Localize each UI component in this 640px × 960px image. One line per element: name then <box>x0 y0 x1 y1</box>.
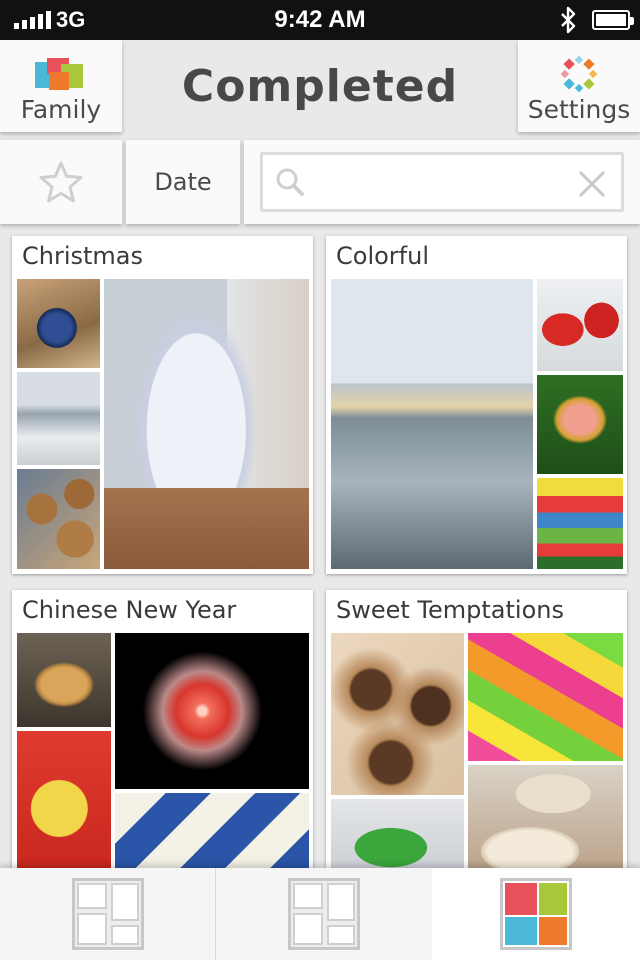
album-photo <box>17 731 111 880</box>
album-card-colorful[interactable]: Colorful <box>326 236 627 574</box>
album-card-christmas[interactable]: Christmas <box>12 236 313 574</box>
color-grid-icon <box>500 878 572 950</box>
favorites-button[interactable] <box>0 140 122 224</box>
album-photo <box>468 633 623 761</box>
album-photo <box>537 279 623 371</box>
clear-search-icon[interactable] <box>577 169 607 199</box>
search-input[interactable] <box>315 163 565 201</box>
settings-button-label: Settings <box>527 95 631 124</box>
clock: 9:42 AM <box>274 6 366 33</box>
album-photo <box>331 279 533 569</box>
tab-layout-1[interactable] <box>0 868 216 960</box>
album-title: Chinese New Year <box>22 596 237 624</box>
status-bar: 3G 9:42 AM <box>0 0 640 40</box>
family-button[interactable]: Family <box>0 40 122 132</box>
album-card-chinese-new-year[interactable]: Chinese New Year <box>12 590 313 880</box>
album-title: Sweet Temptations <box>336 596 564 624</box>
tab-layout-color[interactable] <box>432 868 640 960</box>
album-photo <box>17 633 111 727</box>
album-photo <box>17 279 100 368</box>
family-button-label: Family <box>20 95 102 124</box>
star-icon <box>39 161 83 203</box>
layout-grid-icon <box>72 878 144 950</box>
tab-layout-2[interactable] <box>216 868 432 960</box>
family-icon <box>35 58 83 90</box>
album-photo <box>537 375 623 474</box>
battery-icon <box>592 10 634 30</box>
sort-by-date-button[interactable]: Date <box>126 140 240 224</box>
album-photo <box>115 633 309 789</box>
album-title: Christmas <box>22 242 144 270</box>
album-photo <box>537 478 623 569</box>
album-photo <box>115 793 309 880</box>
layout-grid-icon <box>288 878 360 950</box>
album-photo <box>331 633 464 795</box>
search-field[interactable] <box>260 152 624 212</box>
album-photo <box>468 765 623 880</box>
bottom-tab-bar <box>0 868 640 960</box>
search-icon <box>276 168 304 196</box>
page-title: Completed <box>181 60 459 112</box>
album-photo <box>17 372 100 465</box>
settings-icon <box>560 55 598 93</box>
album-card-sweet-temptations[interactable]: Sweet Temptations <box>326 590 627 880</box>
bluetooth-icon <box>561 6 576 34</box>
settings-button[interactable]: Settings <box>518 40 640 132</box>
album-title: Colorful <box>336 242 429 270</box>
album-photo <box>104 279 309 569</box>
album-photo <box>17 469 100 569</box>
